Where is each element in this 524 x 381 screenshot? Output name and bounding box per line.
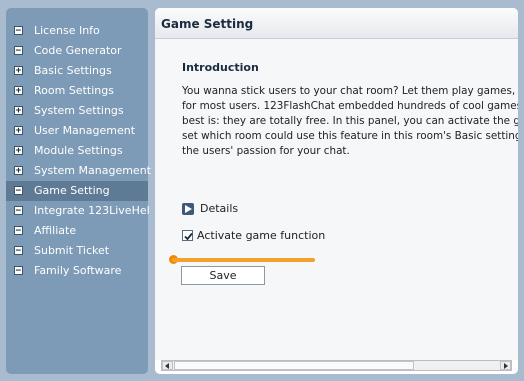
sidebar-item-system-management[interactable]: + System Management <box>6 161 151 181</box>
sidebar-item-user-management[interactable]: + User Management <box>6 121 148 141</box>
play-icon[interactable] <box>182 203 194 215</box>
plus-box-icon[interactable]: + <box>14 146 23 156</box>
intro-line: for most users. 123FlashChat embedded hu… <box>182 100 518 112</box>
panel-header: Game Setting <box>155 8 518 39</box>
sidebar: − License Info − Code Generator + Basic Setti… <box>6 8 151 374</box>
minus-box-icon[interactable]: − <box>14 266 23 276</box>
plus-box-icon[interactable]: + <box>14 86 23 96</box>
sidebar-item-basic-settings[interactable]: + Basic Settings <box>6 61 148 81</box>
minus-box-icon[interactable]: − <box>14 246 23 256</box>
horizontal-scrollbar[interactable] <box>161 360 512 371</box>
sidebar-item-submit-ticket[interactable]: − Submit Ticket <box>6 241 148 261</box>
sidebar-nav: − License Info − Code Generator + Basic Setti… <box>6 21 151 281</box>
main-panel: Game Setting Introduction You wanna stic… <box>155 8 518 374</box>
sidebar-item-label: Code Generator <box>34 44 122 57</box>
sidebar-item-label: Room Settings <box>34 84 114 97</box>
highlight-underline <box>172 258 315 262</box>
plus-box-icon[interactable]: + <box>14 66 23 76</box>
sidebar-item-module-settings[interactable]: + Module Settings <box>6 141 148 161</box>
minus-box-icon[interactable]: − <box>14 26 23 36</box>
sidebar-item-affiliate[interactable]: − Affiliate <box>6 221 148 241</box>
minus-box-icon[interactable]: − <box>14 226 23 236</box>
sidebar-item-label: Affiliate <box>34 224 77 237</box>
page-title: Game Setting <box>161 17 254 31</box>
sidebar-item-label: User Management <box>34 124 136 137</box>
minus-box-icon[interactable]: − <box>14 186 23 196</box>
sidebar-item-label: Module Settings <box>34 144 123 157</box>
sidebar-item-room-settings[interactable]: + Room Settings <box>6 81 148 101</box>
arrow-left-icon <box>165 363 169 369</box>
plus-box-icon[interactable]: + <box>14 106 23 116</box>
save-button[interactable]: Save <box>181 266 265 285</box>
sidebar-item-label: System Management <box>34 164 151 177</box>
sidebar-item-label: System Settings <box>34 104 124 117</box>
sidebar-item-label: Game Setting <box>34 184 110 197</box>
introduction-text: You wanna stick users to your chat room?… <box>182 84 518 159</box>
sidebar-item-game-setting[interactable]: − Game Setting <box>6 181 148 201</box>
scroll-right-button[interactable] <box>500 361 511 370</box>
details-label[interactable]: Details <box>200 202 238 215</box>
minus-box-icon[interactable]: − <box>14 206 23 216</box>
plus-box-icon[interactable]: + <box>14 166 23 176</box>
intro-line: best is: they are totally free. In this … <box>182 115 518 127</box>
sidebar-item-family-software[interactable]: − Family Software <box>6 261 148 281</box>
plus-box-icon[interactable]: + <box>14 126 23 136</box>
introduction-heading: Introduction <box>182 61 259 74</box>
minus-box-icon[interactable]: − <box>14 46 23 56</box>
activate-game-label[interactable]: Activate game function <box>197 229 325 242</box>
sidebar-item-code-generator[interactable]: − Code Generator <box>6 41 148 61</box>
sidebar-item-label: Submit Ticket <box>34 244 110 257</box>
intro-line: set which room could use this feature in… <box>182 130 518 142</box>
arrow-right-icon <box>504 363 508 369</box>
sidebar-item-license-info[interactable]: − License Info <box>6 21 148 41</box>
sidebar-item-label: Integrate 123LiveHel <box>34 204 150 217</box>
sidebar-item-label: Family Software <box>34 264 122 277</box>
activate-game-checkbox[interactable] <box>182 230 193 241</box>
panel-content: Introduction You wanna stick users to yo… <box>155 39 518 360</box>
intro-line: the users' passion for your chat. <box>182 145 350 157</box>
intro-line: You wanna stick users to your chat room?… <box>182 85 518 97</box>
sidebar-item-system-settings[interactable]: + System Settings <box>6 101 148 121</box>
scrollbar-thumb[interactable] <box>174 361 414 370</box>
sidebar-item-label: License Info <box>34 24 100 37</box>
sidebar-item-integrate-123livehel[interactable]: − Integrate 123LiveHel <box>6 201 150 221</box>
sidebar-item-label: Basic Settings <box>34 64 112 77</box>
scroll-left-button[interactable] <box>162 361 173 370</box>
